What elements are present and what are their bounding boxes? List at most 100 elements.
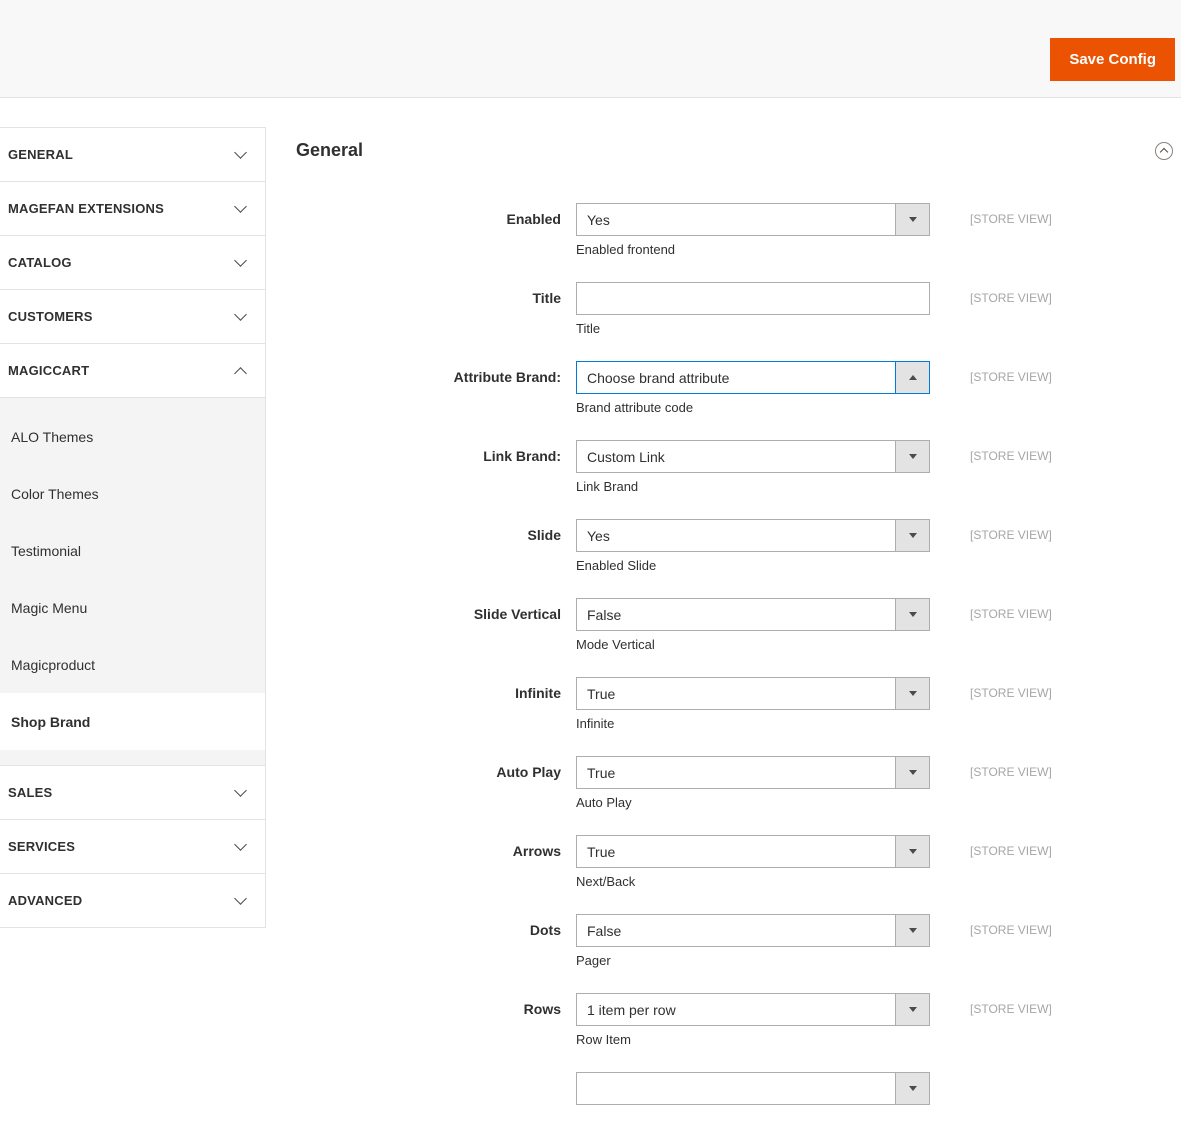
config-form: Enabled Yes Enabled frontend [STORE VIEW] Ti… — [296, 203, 1181, 1105]
select-value: Yes — [587, 528, 610, 544]
field-label: Slide Vertical — [473, 606, 561, 622]
field-label: Link Brand: — [483, 448, 561, 464]
select-arrow-button[interactable] — [895, 678, 929, 709]
select-arrow-button[interactable] — [895, 362, 929, 393]
save-config-button[interactable]: Save Config — [1050, 38, 1175, 81]
field-label: Auto Play — [496, 764, 561, 780]
select-value: 1 item per row — [587, 1002, 676, 1018]
triangle-down-icon — [908, 454, 917, 459]
nav-section-magiccart[interactable]: MAGICCART — [0, 344, 265, 398]
collapse-section-icon[interactable] — [1155, 141, 1173, 160]
slide-vertical-select[interactable]: False — [576, 598, 930, 631]
subnav-item-shop-brand[interactable]: Shop Brand — [0, 693, 265, 750]
nav-section-label: SALES — [8, 785, 53, 800]
field-control: False Pager — [576, 914, 930, 968]
subnav-item-alo-themes[interactable]: ALO Themes — [0, 408, 265, 465]
chevron-down-icon — [234, 892, 247, 905]
chevron-down-icon — [234, 200, 247, 213]
triangle-down-icon — [908, 770, 917, 775]
triangle-down-icon — [908, 691, 917, 696]
field-control: True Auto Play — [576, 756, 930, 810]
select-arrow-button[interactable] — [895, 204, 929, 235]
dots-select[interactable]: False — [576, 914, 930, 947]
scope-label: [STORE VIEW] — [970, 607, 1052, 621]
section-title: General — [296, 140, 364, 160]
nav-section-services[interactable]: SERVICES — [0, 820, 265, 874]
subnav-item-magic-menu[interactable]: Magic Menu — [0, 579, 265, 636]
select-arrow-button[interactable] — [895, 757, 929, 788]
rows-select[interactable]: 1 item per row — [576, 993, 930, 1026]
page-header: Save Config — [0, 0, 1181, 98]
field-row-dots: Dots False Pager [STORE VIEW] — [296, 914, 1181, 968]
field-label: Enabled — [506, 211, 561, 227]
slide-select[interactable]: Yes — [576, 519, 930, 552]
scope-label: [STORE VIEW] — [970, 370, 1052, 384]
select-arrow-button[interactable] — [895, 994, 929, 1025]
field-label — [296, 1072, 576, 1080]
chevron-up-icon — [234, 366, 247, 380]
nav-section-label: CUSTOMERS — [8, 309, 93, 324]
auto-play-select[interactable]: True — [576, 756, 930, 789]
arrows-select[interactable]: True — [576, 835, 930, 868]
chevron-down-icon — [234, 308, 247, 321]
partial-next-select[interactable] — [576, 1072, 930, 1105]
scope-label: [STORE VIEW] — [970, 291, 1052, 305]
chevron-down-icon — [234, 146, 247, 159]
triangle-up-icon — [908, 375, 917, 380]
subnav-item-magicproduct[interactable]: Magicproduct — [0, 636, 265, 693]
field-control: Yes Enabled Slide — [576, 519, 930, 573]
select-arrow-button[interactable] — [895, 1073, 929, 1104]
infinite-select[interactable]: True — [576, 677, 930, 710]
select-arrow-button[interactable] — [895, 915, 929, 946]
field-row-title: Title Title [STORE VIEW] — [296, 282, 1181, 336]
field-label: Arrows — [512, 843, 561, 859]
nav-section-sales[interactable]: SALES — [0, 766, 265, 820]
nav-section-label: ADVANCED — [8, 893, 83, 908]
field-control: Title — [576, 282, 930, 336]
nav-section-general[interactable]: GENERAL — [0, 128, 265, 182]
nav-section-label: CATALOG — [8, 255, 72, 270]
field-row-rows: Rows 1 item per row Row Item [STORE VIEW] — [296, 993, 1181, 1047]
field-label: Dots — [529, 922, 561, 938]
chevron-down-icon — [234, 838, 247, 851]
field-comment: Pager — [576, 953, 611, 968]
subnav-item-color-themes[interactable]: Color Themes — [0, 465, 265, 522]
select-value — [577, 1073, 895, 1104]
scope-label: [STORE VIEW] — [970, 686, 1052, 700]
field-control: True Infinite — [576, 677, 930, 731]
select-arrow-button[interactable] — [895, 520, 929, 551]
select-arrow-button[interactable] — [895, 441, 929, 472]
triangle-down-icon — [908, 1007, 917, 1012]
select-value: True — [587, 686, 616, 702]
field-control: 1 item per row Row Item — [576, 993, 930, 1047]
nav-section-magefan-extensions[interactable]: MAGEFAN EXTENSIONS — [0, 182, 265, 236]
enabled-select[interactable]: Yes — [576, 203, 930, 236]
scope-label: [STORE VIEW] — [970, 765, 1052, 779]
field-comment: Enabled frontend — [576, 242, 676, 257]
title-input[interactable] — [576, 282, 930, 315]
field-comment: Auto Play — [576, 795, 632, 810]
scope-label: [STORE VIEW] — [970, 1002, 1052, 1016]
nav-section-customers[interactable]: CUSTOMERS — [0, 290, 265, 344]
field-control: False Mode Vertical — [576, 598, 930, 652]
select-value: True — [587, 765, 616, 781]
select-value: False — [587, 607, 622, 623]
field-comment: Link Brand — [576, 479, 639, 494]
nav-section-label: MAGEFAN EXTENSIONS — [8, 201, 165, 216]
attribute-brand-select[interactable]: Choose brand attribute — [576, 361, 930, 394]
scope-label: [STORE VIEW] — [970, 923, 1052, 937]
field-label: Attribute Brand: — [453, 369, 561, 385]
select-value: True — [587, 844, 616, 860]
nav-section-advanced[interactable]: ADVANCED — [0, 874, 265, 928]
field-row-link-brand: Link Brand: Custom Link Link Brand [STORE V… — [296, 440, 1181, 494]
link-brand-select[interactable]: Custom Link — [576, 440, 930, 473]
select-arrow-button[interactable] — [895, 599, 929, 630]
subnav-item-testimonial[interactable]: Testimonial — [0, 522, 265, 579]
triangle-down-icon — [908, 1086, 917, 1091]
triangle-down-icon — [908, 533, 917, 538]
field-control: Yes Enabled frontend — [576, 203, 930, 257]
nav-section-catalog[interactable]: CATALOG — [0, 236, 265, 290]
field-comment: Mode Vertical — [576, 637, 655, 652]
select-arrow-button[interactable] — [895, 836, 929, 867]
select-value: Yes — [587, 212, 610, 228]
